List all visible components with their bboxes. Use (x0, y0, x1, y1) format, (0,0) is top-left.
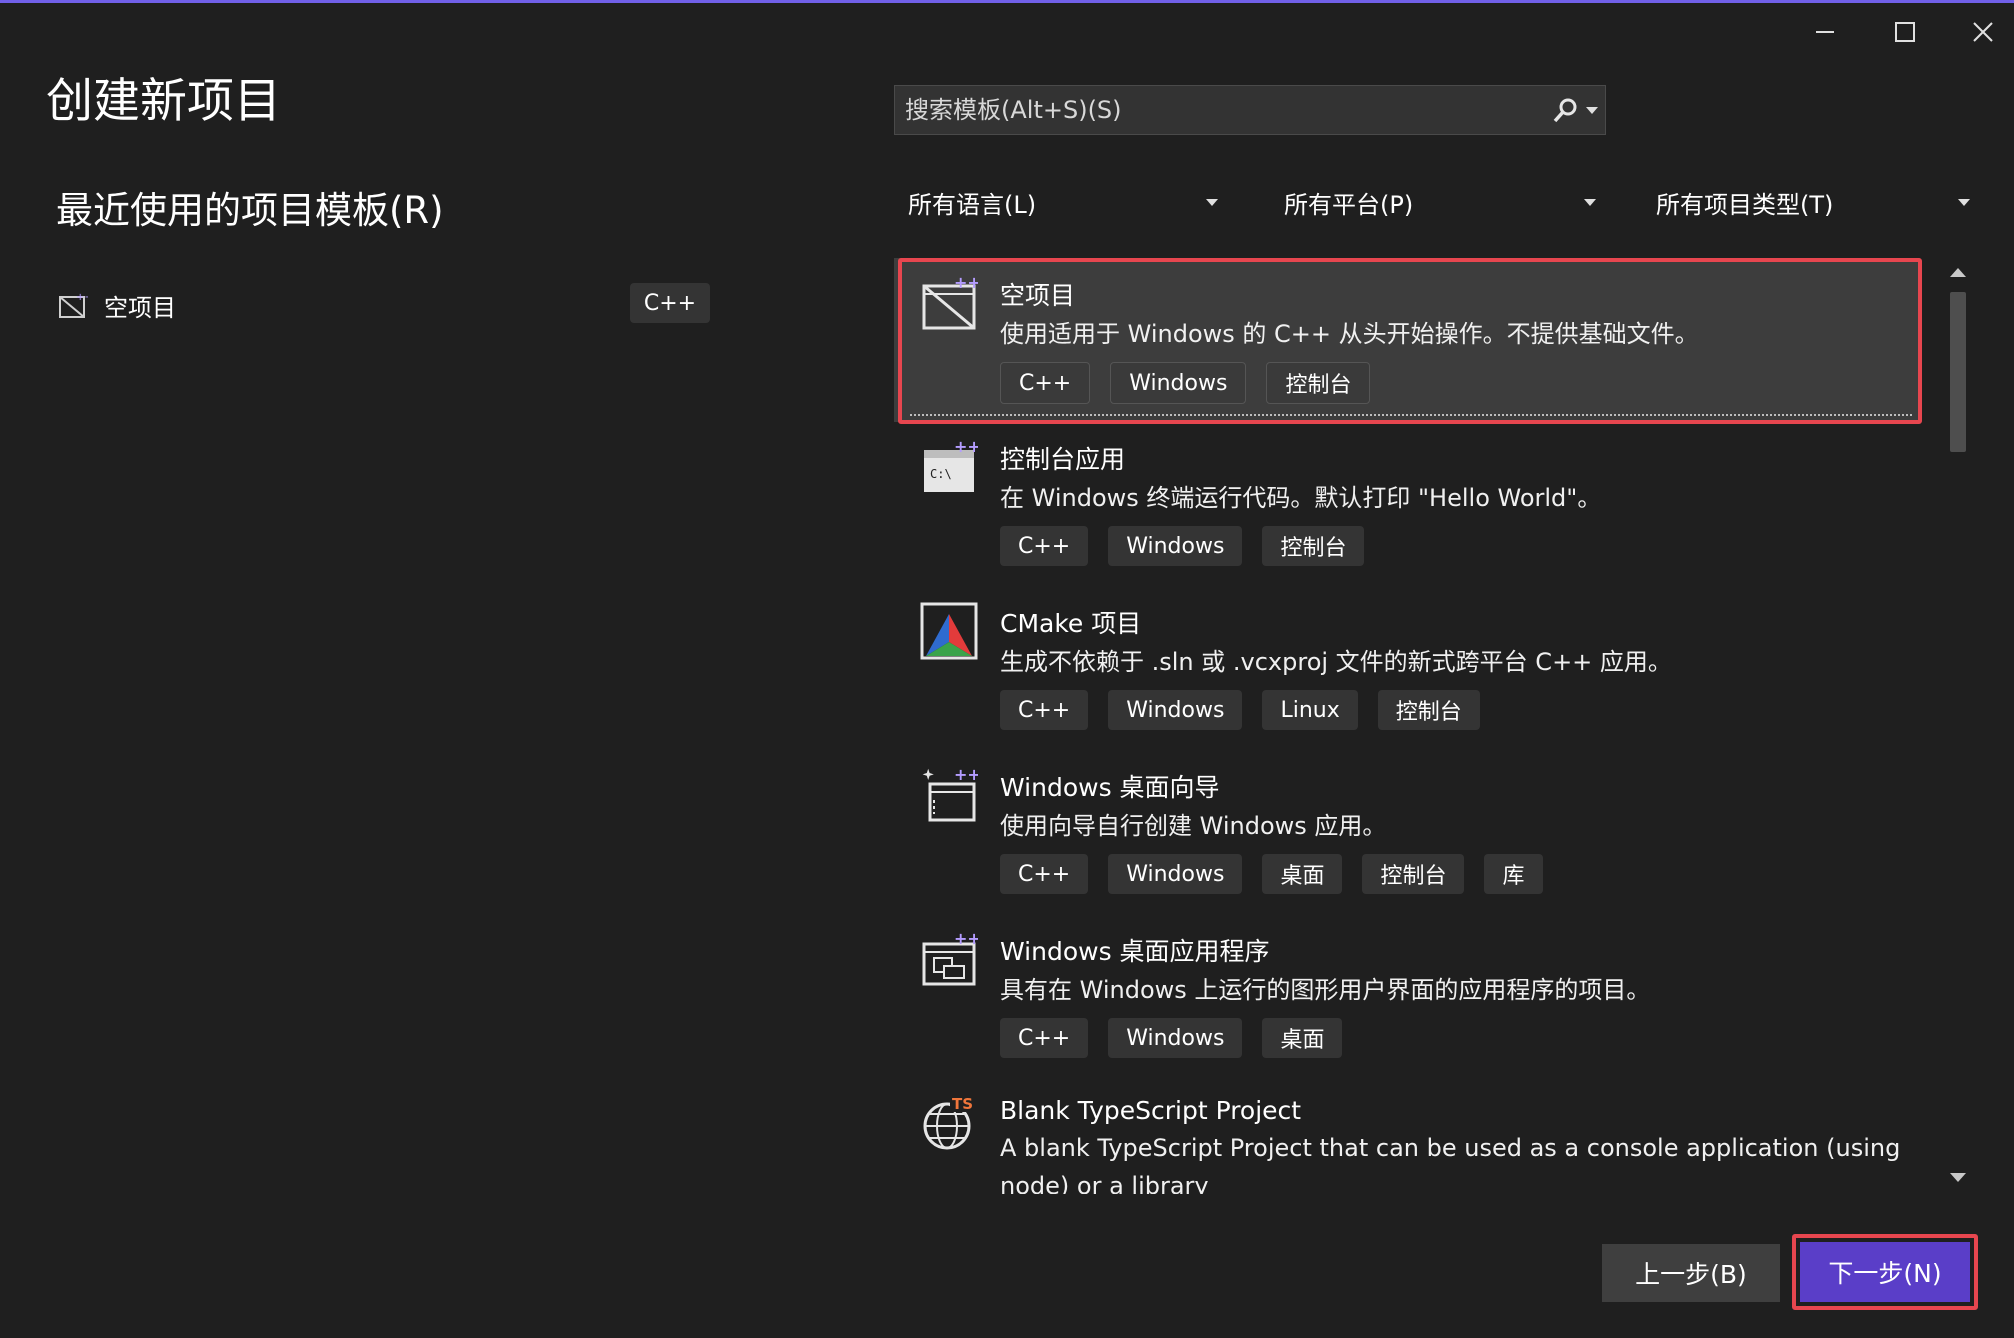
project-type-filter-label: 所有项目类型(T) (1656, 190, 1834, 219)
language-filter-label: 所有语言(L) (908, 190, 1037, 219)
template-tag: C++ (1000, 1018, 1089, 1058)
close-icon (1973, 22, 1993, 42)
recent-item-tag: C++ (630, 283, 710, 323)
search-icon (1553, 98, 1577, 123)
template-name: Blank TypeScript Project (1000, 1096, 1302, 1125)
chevron-down-icon (1206, 198, 1218, 206)
template-name: Windows 桌面向导 (1000, 773, 1220, 802)
template-name: Windows 桌面应用程序 (1000, 937, 1270, 966)
template-item-desktop-app[interactable]: ++ Windows 桌面应用程序 具有在 Windows 上运行的图形用户界面… (894, 914, 1920, 1078)
template-item-cmake[interactable]: CMake 项目 生成不依赖于 .sln 或 .vcxproj 文件的新式跨平台… (894, 586, 1920, 750)
template-tag: Windows (1110, 362, 1247, 404)
template-description: 具有在 Windows 上运行的图形用户界面的应用程序的项目。 (1000, 976, 1651, 1004)
platform-filter-label: 所有平台(P) (1284, 190, 1414, 219)
template-item-empty-project[interactable]: ++ 空项目 使用适用于 Windows 的 C++ 从头开始操作。不提供基础文… (894, 258, 1920, 422)
empty-project-icon: ++ (922, 274, 978, 330)
minimize-icon (1816, 31, 1834, 33)
svg-text:++: ++ (76, 292, 88, 303)
language-filter[interactable]: 所有语言(L) (908, 180, 1218, 224)
recent-item-label: 空项目 (104, 293, 176, 322)
focus-dotted-line (910, 414, 1912, 416)
template-tag: 桌面 (1262, 854, 1343, 894)
recent-item-empty-project[interactable]: ++ 空项目 C++ (58, 283, 712, 327)
template-tags: C++ Windows 桌面 控制台 库 (1000, 854, 1543, 894)
chevron-down-icon (1584, 198, 1596, 206)
template-tag: 桌面 (1262, 1018, 1343, 1058)
project-type-filter[interactable]: 所有项目类型(T) (1656, 180, 1970, 224)
svg-text:++: ++ (954, 766, 978, 784)
console-app-icon: C:\ ++ (924, 438, 978, 492)
close-button[interactable] (1958, 12, 2008, 52)
template-name: 空项目 (1000, 281, 1076, 310)
template-description-continued: node) or a library (1000, 1172, 1209, 1194)
template-description: 生成不依赖于 .sln 或 .vcxproj 文件的新式跨平台 C++ 应用。 (1000, 648, 1672, 676)
back-button[interactable]: 上一步(B) (1602, 1244, 1780, 1302)
svg-text:++: ++ (954, 274, 978, 292)
next-button[interactable]: 下一步(N) (1800, 1242, 1970, 1302)
svg-text:++: ++ (954, 930, 978, 948)
template-description: 在 Windows 终端运行代码。默认打印 "Hello World"。 (1000, 484, 1602, 512)
template-tag: C++ (1000, 362, 1091, 404)
template-item-typescript[interactable]: TS Blank TypeScript Project A blank Type… (894, 1078, 1920, 1194)
template-tag: C++ (1000, 526, 1089, 566)
template-list[interactable]: ++ 空项目 使用适用于 Windows 的 C++ 从头开始操作。不提供基础文… (894, 256, 1920, 1194)
cmake-icon (920, 602, 978, 660)
template-tag: Windows (1108, 526, 1243, 566)
template-tag: 控制台 (1266, 362, 1371, 404)
template-tag: Windows (1108, 1018, 1243, 1058)
scroll-up-arrow-icon[interactable] (1950, 268, 1966, 277)
template-tag: C++ (1000, 854, 1089, 894)
maximize-icon (1895, 22, 1915, 42)
template-tag: 库 (1484, 854, 1543, 894)
template-item-console-app[interactable]: C:\ ++ 控制台应用 在 Windows 终端运行代码。默认打印 "Hell… (894, 422, 1920, 586)
empty-project-small-icon: ++ (59, 292, 88, 318)
scroll-down-arrow-icon[interactable] (1950, 1173, 1966, 1182)
template-tag: 控制台 (1362, 854, 1465, 894)
template-description: A blank TypeScript Project that can be u… (1000, 1134, 1901, 1162)
maximize-button[interactable] (1880, 12, 1930, 52)
window-top-accent (0, 0, 2014, 3)
template-name: CMake 项目 (1000, 609, 1142, 638)
minimize-button[interactable] (1800, 12, 1850, 52)
template-tags: C++ Windows 桌面 (1000, 1018, 1343, 1058)
chevron-down-icon (1958, 198, 1970, 206)
svg-text:TS: TS (952, 1095, 973, 1113)
typescript-globe-icon: TS (923, 1094, 978, 1150)
page-title: 创建新项目 (46, 74, 281, 129)
desktop-wizard-icon: ++ (922, 766, 978, 822)
template-tag: Windows (1108, 854, 1243, 894)
chevron-down-icon (1586, 106, 1598, 114)
template-tag: 控制台 (1377, 690, 1480, 730)
svg-text:C:\: C:\ (930, 467, 952, 481)
platform-filter[interactable]: 所有平台(P) (1284, 180, 1596, 224)
template-item-desktop-wizard[interactable]: ++ Windows 桌面向导 使用向导自行创建 Windows 应用。 C++… (894, 750, 1920, 914)
desktop-app-icon: ++ (922, 930, 978, 986)
search-button[interactable] (1545, 86, 1605, 134)
template-name: 控制台应用 (1000, 445, 1126, 474)
template-description: 使用适用于 Windows 的 C++ 从头开始操作。不提供基础文件。 (1000, 320, 1699, 348)
recent-templates-heading: 最近使用的项目模板(R) (56, 189, 444, 232)
template-tag: 控制台 (1262, 526, 1365, 566)
template-tags: C++ Windows 控制台 (1000, 526, 1365, 566)
template-tag: C++ (1000, 690, 1089, 730)
svg-text:++: ++ (954, 438, 978, 456)
template-tags: C++ Windows Linux 控制台 (1000, 690, 1480, 730)
template-tag: Windows (1108, 690, 1243, 730)
template-tags: C++ Windows 控制台 (1000, 362, 1371, 404)
scrollbar-thumb[interactable] (1950, 292, 1966, 452)
template-list-scrollbar[interactable] (1942, 258, 1972, 1194)
template-description: 使用向导自行创建 Windows 应用。 (1000, 812, 1387, 840)
search-box (894, 85, 1606, 135)
template-tag: Linux (1262, 690, 1358, 730)
search-input[interactable] (895, 95, 1545, 125)
